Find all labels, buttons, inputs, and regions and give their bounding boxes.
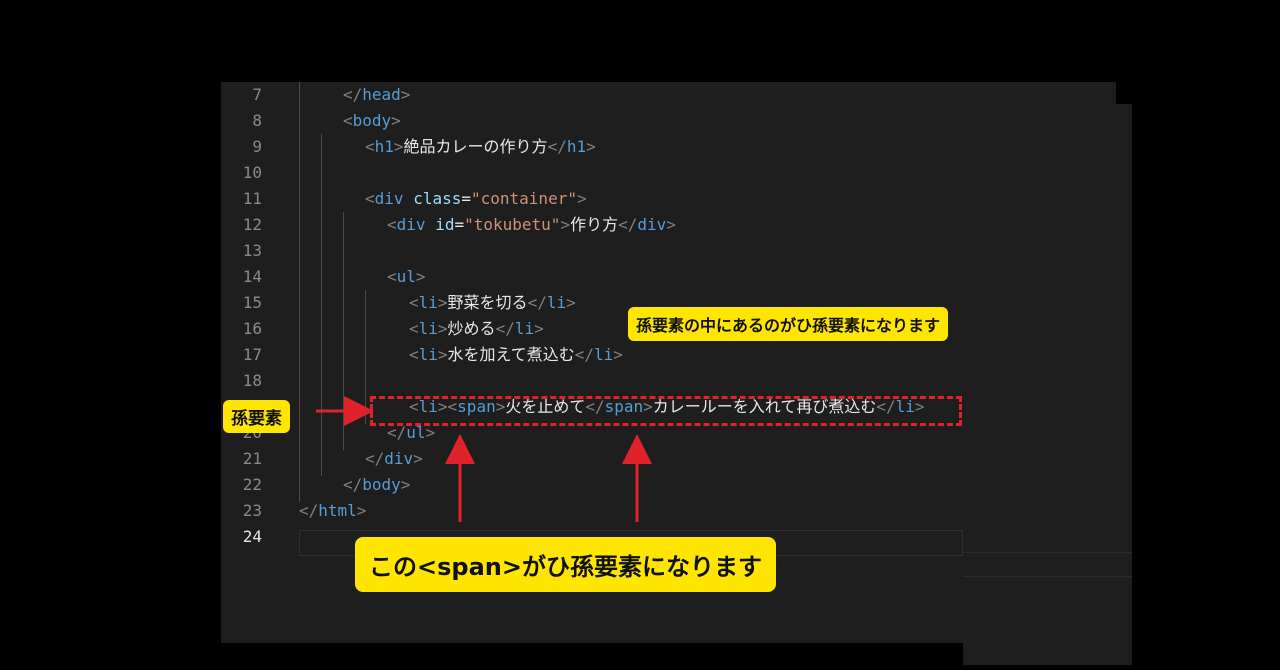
span-explanation: この<span>がひ孫要素になります (355, 537, 776, 592)
grandchild-label: 孫要素 (223, 400, 290, 433)
great-grandchild-note: 孫要素の中にあるのがひ孫要素になります (628, 307, 949, 341)
